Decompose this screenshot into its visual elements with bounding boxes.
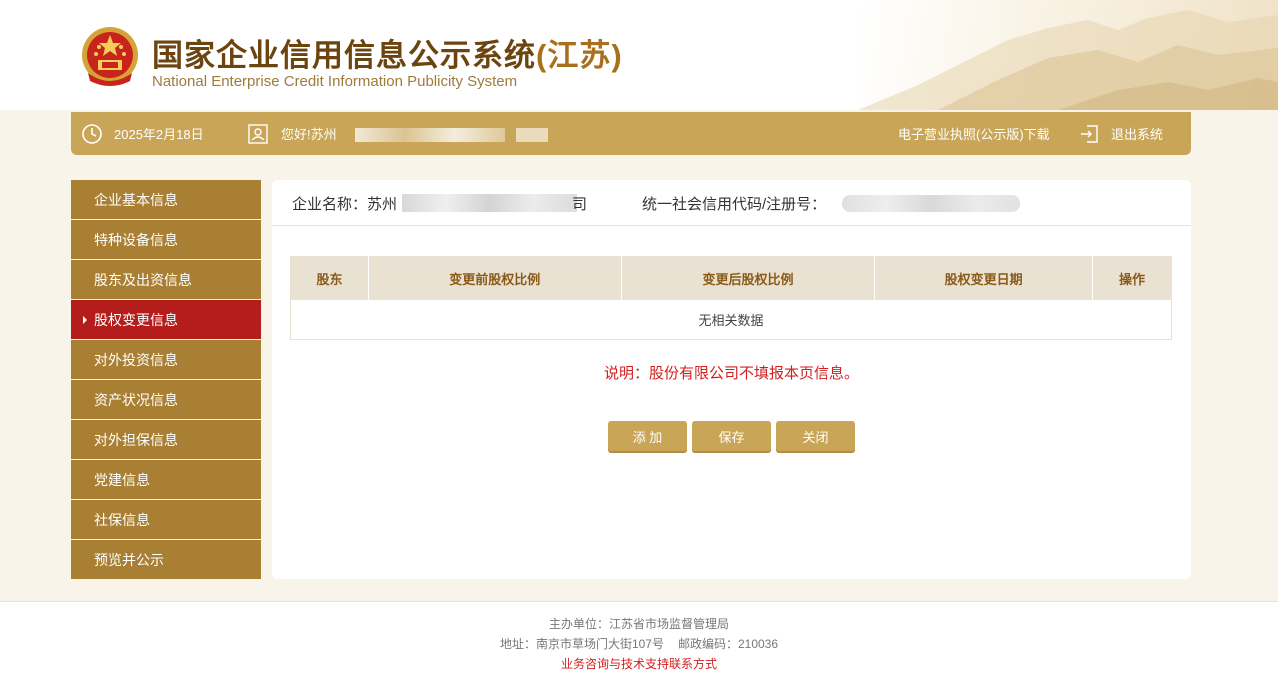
site-header: 国家企业信用信息公示系统(江苏) National Enterprise Cre…: [0, 0, 1278, 110]
save-button[interactable]: 保存: [692, 421, 771, 451]
sidebar-item-basic-info[interactable]: 企业基本信息: [71, 180, 261, 219]
sidebar-item-shareholders[interactable]: 股东及出资信息: [71, 260, 261, 299]
active-arrow-icon: [83, 316, 87, 324]
footer-postcode: 邮政编码：210036: [677, 637, 779, 651]
equity-change-table: 股东 变更前股权比例 变更后股权比例 股权变更日期 操作 无相关数据: [290, 256, 1172, 340]
current-date: 2025年2月18日: [114, 127, 204, 142]
user-greeting: 您好!苏州: [281, 127, 337, 142]
add-button[interactable]: 添 加: [608, 421, 687, 451]
sidebar-item-label: 对外担保信息: [94, 431, 178, 448]
sidebar-item-special-equipment[interactable]: 特种设备信息: [71, 220, 261, 259]
company-info-row: 企业名称：苏州 司 统一社会信用代码/注册号：: [272, 180, 1191, 226]
footer-address-line: 地址：南京市草场门大街107号 邮政编码：210036: [0, 635, 1278, 652]
mountain-background: [858, 0, 1278, 110]
clock-icon: [81, 112, 103, 155]
sidebar-item-social-security[interactable]: 社保信息: [71, 500, 261, 539]
redacted-username-tail: [516, 128, 548, 142]
main-panel: 企业名称：苏州 司 统一社会信用代码/注册号： 股东 变更前股权比例 变更后股权…: [272, 180, 1191, 579]
site-title-main: 国家企业信用信息公示系统: [152, 38, 536, 73]
sidebar-item-label: 预览并公示: [94, 551, 164, 568]
top-bar: 2025年2月18日 您好!苏州 电子营业执照(公示版)下载 退出系统: [71, 112, 1191, 155]
sidebar-item-label: 资产状况信息: [94, 391, 178, 408]
sidebar-item-label: 股权变更信息: [94, 311, 178, 328]
sidebar-item-party[interactable]: 党建信息: [71, 460, 261, 499]
table-header-row: 股东 变更前股权比例 变更后股权比例 股权变更日期 操作: [290, 256, 1172, 300]
action-buttons: 添 加 保存 关闭: [608, 421, 855, 451]
logout-link[interactable]: 退出系统: [1111, 112, 1163, 155]
sidebar-item-equity-change[interactable]: 股权变更信息: [71, 300, 261, 339]
site-title: 国家企业信用信息公示系统(江苏): [152, 30, 623, 75]
site-footer: 主办单位：江苏省市场监督管理局 地址：南京市草场门大街107号 邮政编码：2100…: [0, 601, 1278, 680]
sidebar-item-label: 股东及出资信息: [94, 271, 192, 288]
company-name-suffix: 司: [572, 196, 588, 213]
user-icon: [247, 112, 269, 155]
sidebar-item-investment[interactable]: 对外投资信息: [71, 340, 261, 379]
sidebar-item-preview-publish[interactable]: 预览并公示: [71, 540, 261, 579]
column-header-operation: 操作: [1092, 256, 1172, 300]
footer-address: 地址：南京市草场门大街107号: [499, 637, 664, 651]
credit-code-label: 统一社会信用代码/注册号：: [642, 196, 827, 213]
close-button[interactable]: 关闭: [776, 421, 855, 451]
table-row: 无相关数据: [290, 299, 1172, 340]
column-header-shareholder: 股东: [290, 256, 369, 300]
empty-table-message: 无相关数据: [290, 299, 1172, 340]
instruction-note: 说明：股份有限公司不填报本页信息。: [603, 365, 859, 382]
sidebar-item-label: 对外投资信息: [94, 351, 178, 368]
national-emblem-icon: [80, 25, 140, 89]
sidebar-nav: 企业基本信息 特种设备信息 股东及出资信息 股权变更信息 对外投资信息 资产状况…: [71, 180, 261, 580]
sidebar-item-label: 企业基本信息: [94, 191, 178, 208]
sidebar-item-assets[interactable]: 资产状况信息: [71, 380, 261, 419]
redacted-company-name: [402, 194, 577, 212]
logout-icon[interactable]: [1079, 112, 1101, 155]
sidebar-item-label: 特种设备信息: [94, 231, 178, 248]
redacted-credit-code: [842, 195, 1020, 212]
company-name-label: 企业名称：苏州: [292, 196, 398, 213]
footer-sponsor: 主办单位：江苏省市场监督管理局: [548, 617, 729, 631]
redacted-username: [355, 128, 505, 142]
site-subtitle: National Enterprise Credit Information P…: [152, 73, 518, 90]
column-header-ratio-after: 变更后股权比例: [621, 256, 876, 300]
footer-support-link[interactable]: 业务咨询与技术支持联系方式: [0, 655, 1278, 672]
column-header-ratio-before: 变更前股权比例: [368, 256, 622, 300]
column-header-change-date: 股权变更日期: [874, 256, 1094, 300]
license-download-link[interactable]: 电子营业执照(公示版)下载: [898, 112, 1050, 155]
site-title-province: (江苏): [536, 38, 623, 73]
sidebar-item-guarantee[interactable]: 对外担保信息: [71, 420, 261, 459]
sidebar-item-label: 党建信息: [94, 471, 150, 488]
sidebar-item-label: 社保信息: [94, 511, 150, 528]
